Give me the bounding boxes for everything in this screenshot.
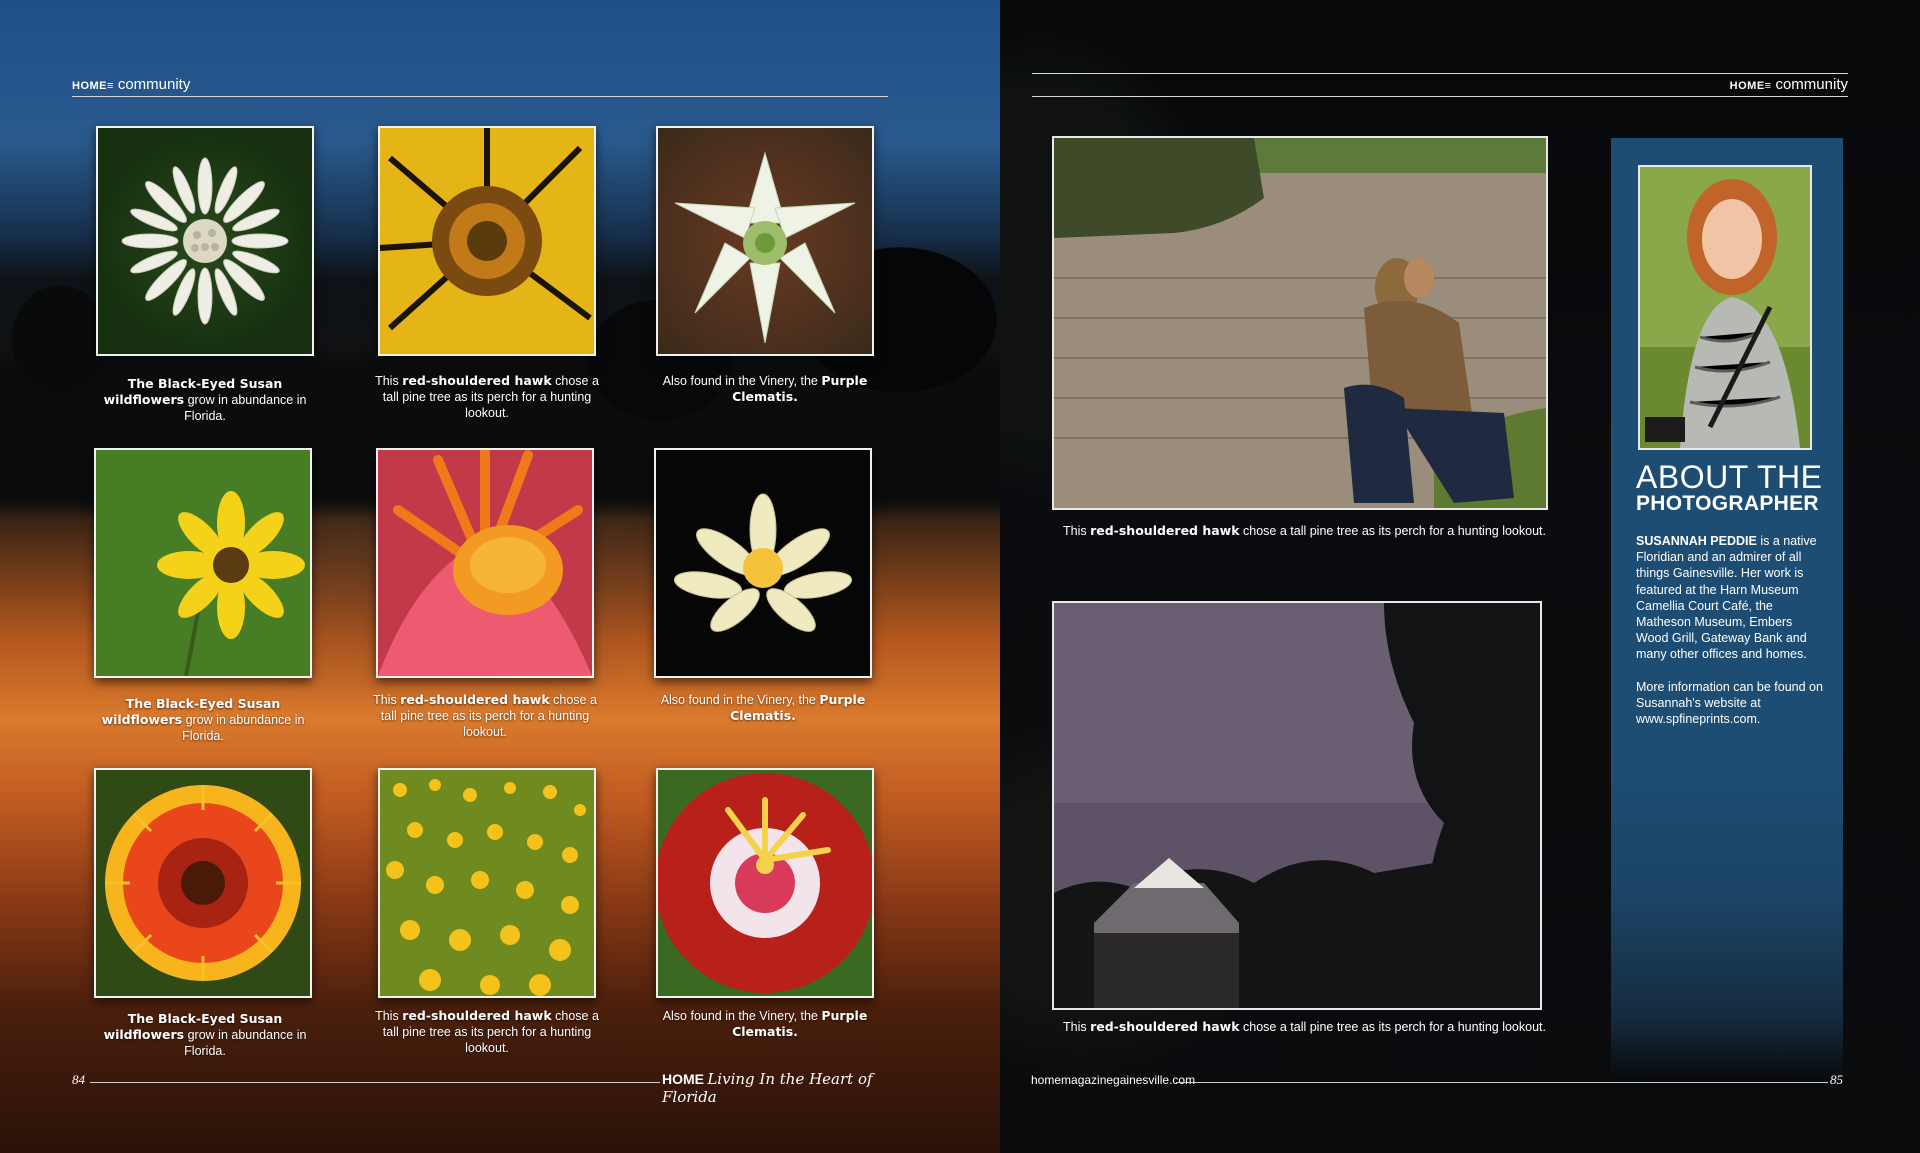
caption-text: Also found in the Vinery, the (660, 693, 820, 707)
footer-website[interactable]: homemagazinegainesville.com (1031, 1073, 1195, 1087)
header-brand: HOME (1729, 80, 1765, 92)
footer-masthead: HOME Living In the Heart of Florida (662, 1070, 890, 1106)
photo-caption: Also found in the Vinery, the Purple Cle… (648, 692, 878, 724)
photo-caption: This red-shouldered hawk chose a tall pi… (370, 692, 600, 740)
photo-caption: This red-shouldered hawk chose a tall pi… (372, 373, 602, 421)
caption-bold: red-shouldered hawk (1090, 1019, 1240, 1034)
water-lily-icon (656, 450, 870, 676)
photo-caption: Also found in the Vinery, the Purple Cle… (650, 1008, 880, 1040)
photo-caption: This red-shouldered hawk chose a tall pi… (1063, 523, 1546, 538)
caption-text: This (375, 1009, 403, 1023)
magazine-spread: HOME≡ community HOME≡ community The Blac… (0, 0, 1920, 1153)
header-brand-mark: ≡ (1764, 80, 1772, 92)
photographer-name: SUSANNAH PEDDIE (1636, 534, 1757, 548)
photo-caption: The Black-Eyed Susan wildflowers grow in… (88, 696, 318, 744)
photo-caption: The Black-Eyed Susan wildflowers grow in… (90, 376, 320, 424)
header-section: community (117, 76, 191, 93)
caption-text: This (1063, 524, 1091, 538)
footer-brand: HOME (662, 1071, 704, 1087)
caption-text: Also found in the Vinery, the (662, 1009, 822, 1023)
caption-bold: red-shouldered hawk (1090, 523, 1240, 538)
header-brand: HOME (72, 80, 107, 92)
left-page-header: HOME≡ community (72, 74, 888, 97)
flower-photo[interactable] (378, 126, 596, 356)
caption-bold: red-shouldered hawk (402, 373, 552, 388)
white-green-flower-icon (674, 151, 856, 344)
header-brand-mark: ≡ (107, 80, 114, 92)
footer-rule (90, 1082, 660, 1083)
flower-photo[interactable] (656, 768, 874, 998)
photo-caption: This red-shouldered hawk chose a tall pi… (1063, 1019, 1546, 1034)
dusk-photo[interactable] (1052, 601, 1542, 1010)
bio-text: is a native Floridian and an admirer of … (1636, 534, 1817, 662)
right-page-header: HOME≡ community (1032, 73, 1848, 97)
photographer-portrait[interactable] (1638, 165, 1812, 450)
flower-photo[interactable] (656, 126, 874, 356)
photographer-bio: SUSANNAH PEDDIE is a native Floridian an… (1636, 533, 1826, 743)
passion-flower-icon (658, 770, 872, 996)
caption-text: grow in abundance in Florida. (184, 393, 307, 423)
dusk-sky-house-icon (1054, 603, 1540, 1008)
lake-photo[interactable] (1052, 136, 1548, 510)
flower-photo[interactable] (94, 448, 312, 678)
photographer-portrait-icon (1640, 167, 1810, 448)
caption-text: chose a tall pine tree as its perch for … (1239, 1020, 1546, 1034)
caption-text: This (373, 693, 401, 707)
right-page-footer: homemagazinegainesville.com 85 (1030, 1072, 1848, 1092)
lake-mother-child-icon (1054, 138, 1546, 508)
flower-photo[interactable] (376, 448, 594, 678)
caption-bold: red-shouldered hawk (400, 692, 550, 707)
page-number: 84 (72, 1072, 85, 1087)
caption-text: Also found in the Vinery, the (662, 374, 822, 388)
flower-photo[interactable] (96, 126, 314, 356)
caption-text: chose a tall pine tree as its perch for … (1239, 524, 1546, 538)
footer-rule (1176, 1082, 1828, 1083)
header-section: community (1775, 76, 1848, 93)
caption-text: This (1063, 1020, 1091, 1034)
white-flower-icon (121, 157, 289, 325)
left-page-footer: 84 HOME Living In the Heart of Florida (72, 1070, 890, 1106)
yellow-flower-icon (380, 128, 594, 354)
bio-paragraph: SUSANNAH PEDDIE is a native Floridian an… (1636, 533, 1826, 663)
photo-caption: The Black-Eyed Susan wildflowers grow in… (90, 1011, 320, 1059)
caption-text: grow in abundance in Florida. (182, 713, 305, 743)
flower-photo[interactable] (654, 448, 872, 678)
orange-lily-icon (378, 450, 592, 676)
more-info: More information can be found on Susanna… (1636, 679, 1823, 727)
about-title-line1: ABOUT THE (1636, 459, 1823, 495)
page-number: 85 (1830, 1072, 1843, 1087)
about-title-line2: PHOTOGRAPHER (1636, 492, 1819, 515)
flower-photo[interactable] (94, 768, 312, 998)
photo-caption: Also found in the Vinery, the Purple Cle… (650, 373, 880, 405)
buttercup-field-icon (380, 770, 594, 996)
caption-text: This (375, 374, 403, 388)
caption-bold: red-shouldered hawk (402, 1008, 552, 1023)
photo-caption: This red-shouldered hawk chose a tall pi… (372, 1008, 602, 1056)
caption-text: grow in abundance in Florida. (184, 1028, 307, 1058)
black-eyed-susan-icon (96, 450, 310, 676)
gaillardia-icon (96, 770, 310, 996)
flower-photo[interactable] (378, 768, 596, 998)
